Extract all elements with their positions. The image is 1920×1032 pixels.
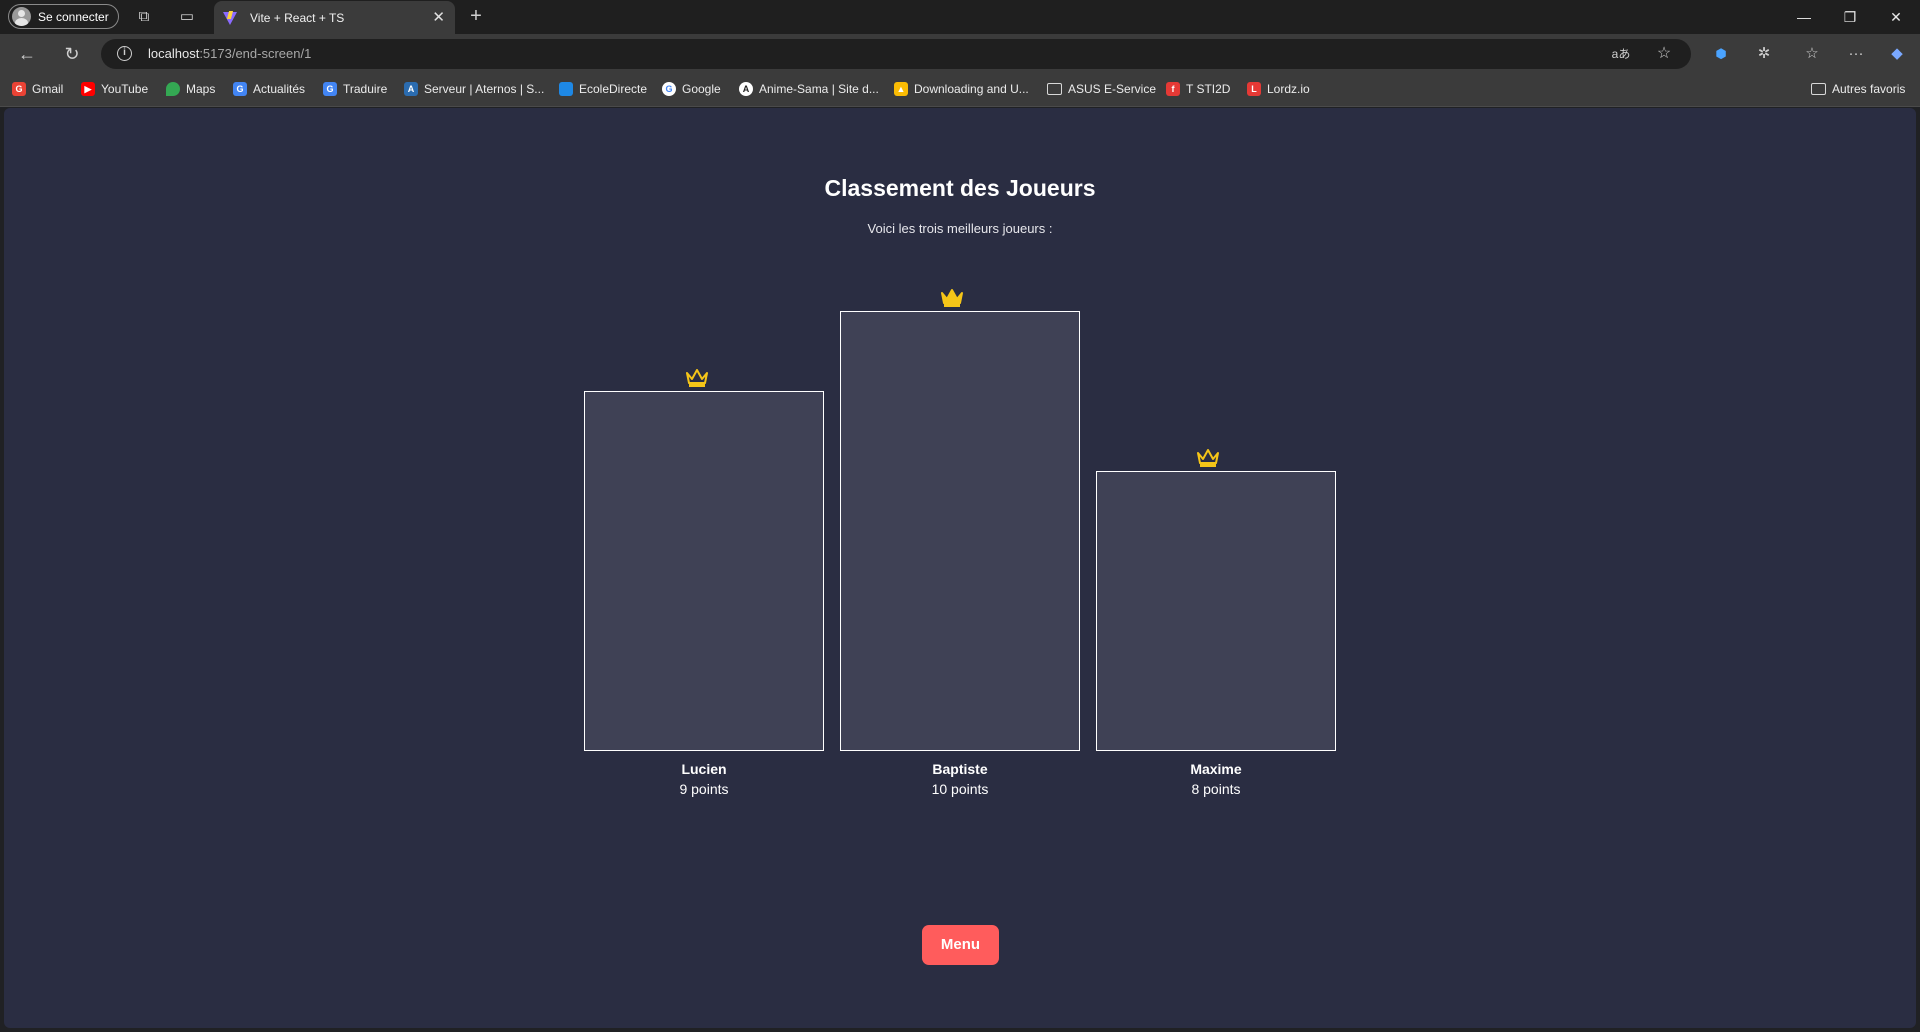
title-bar: Se connecter ⧉ ▭ Vite + React + TS ✕ + —…	[0, 0, 1920, 34]
bookmark-asus[interactable]: ASUS E-Service	[1047, 82, 1156, 96]
bookmark-maps[interactable]: Maps	[166, 82, 215, 96]
player-score: 9 points	[679, 781, 729, 797]
favorites-icon[interactable]: ☆	[1802, 44, 1822, 64]
anime-sama-icon: A	[739, 82, 753, 96]
reload-icon[interactable]: ↻	[62, 44, 82, 64]
restore-icon[interactable]: ❐	[1827, 0, 1873, 34]
profile-button[interactable]: Se connecter	[8, 4, 119, 29]
page-viewport: Classement des Joueurs Voici les trois m…	[4, 108, 1916, 1028]
tab-title: Vite + React + TS	[250, 10, 345, 25]
bookmark-youtube[interactable]: ▶ YouTube	[81, 82, 148, 96]
aternos-icon: A	[404, 82, 418, 96]
more-menu-icon[interactable]: ···	[1846, 44, 1866, 64]
back-icon[interactable]: ←	[17, 44, 37, 64]
folder-icon	[1811, 83, 1826, 95]
player-name: Lucien	[681, 761, 727, 777]
close-tab-icon[interactable]: ✕	[432, 8, 445, 26]
toolbar: ← ↻ i localhost:5173/end-screen/1 aあ ☆ ⬢…	[0, 34, 1920, 74]
favorite-star-icon[interactable]: ☆	[1654, 44, 1674, 64]
podium: Lucien 9 points Baptiste 10 points Maxim…	[4, 108, 1916, 1028]
address-bar[interactable]: i localhost:5173/end-screen/1 aあ ☆	[101, 39, 1691, 69]
extensions-icon[interactable]: ✲	[1754, 44, 1774, 64]
podium-pillar-first	[840, 311, 1080, 751]
copilot-icon[interactable]: ◆	[1887, 44, 1907, 64]
crown-icon	[1196, 448, 1220, 468]
ecoledirecte-icon	[559, 82, 573, 96]
close-window-icon[interactable]: ✕	[1873, 0, 1919, 34]
folder-icon	[1047, 83, 1062, 95]
avatar-icon	[12, 7, 31, 26]
podium-pillar-second	[584, 391, 824, 751]
read-aloud-icon[interactable]: aあ	[1611, 44, 1631, 64]
player-score: 8 points	[1191, 781, 1241, 797]
crown-icon	[685, 368, 709, 388]
player-score: 10 points	[931, 781, 989, 797]
bookmark-gmail[interactable]: G Gmail	[12, 82, 63, 96]
flash-icon: f	[1166, 82, 1180, 96]
crown-icon	[940, 288, 964, 308]
tab-actions-icon[interactable]: ▭	[177, 7, 197, 27]
translate-icon: G	[323, 82, 337, 96]
extension-badge-icon[interactable]: ⬢	[1711, 44, 1731, 64]
bookmark-google[interactable]: G Google	[662, 82, 721, 96]
workspaces-icon[interactable]: ⧉	[134, 7, 154, 27]
news-icon: G	[233, 82, 247, 96]
gmail-icon: G	[12, 82, 26, 96]
lordz-icon: L	[1247, 82, 1261, 96]
podium-pillar-third	[1096, 471, 1336, 751]
bookmark-autres-favoris[interactable]: Autres favoris	[1811, 82, 1905, 96]
youtube-icon: ▶	[81, 82, 95, 96]
player-name: Maxime	[1190, 761, 1242, 777]
menu-button[interactable]: Menu	[922, 925, 999, 965]
active-tab[interactable]: Vite + React + TS ✕	[214, 1, 455, 34]
bookmark-ecoledirecte[interactable]: EcoleDirecte	[559, 82, 647, 96]
site-info-icon[interactable]: i	[117, 46, 132, 61]
bookmark-actualites[interactable]: G Actualités	[233, 82, 305, 96]
google-icon: G	[662, 82, 676, 96]
maps-icon	[166, 82, 180, 96]
bookmark-anime-sama[interactable]: A Anime-Sama | Site d...	[739, 82, 879, 96]
bookmark-aternos[interactable]: A Serveur | Aternos | S...	[404, 82, 544, 96]
bookmarks-bar: G Gmail ▶ YouTube Maps G Actualités G Tradui…	[0, 74, 1920, 107]
bookmark-downloading[interactable]: ▲ Downloading and U...	[894, 82, 1029, 96]
bookmark-traduire[interactable]: G Traduire	[323, 82, 387, 96]
url-text: localhost:5173/end-screen/1	[148, 46, 312, 61]
bookmark-lordz[interactable]: L Lordz.io	[1247, 82, 1310, 96]
player-name: Baptiste	[932, 761, 988, 777]
profile-label: Se connecter	[38, 9, 109, 24]
bookmark-t-sti2d[interactable]: fT STI2D	[1166, 82, 1230, 96]
vite-icon	[223, 11, 237, 25]
minimize-icon[interactable]: —	[1781, 0, 1827, 34]
new-tab-icon[interactable]: +	[465, 6, 487, 26]
drive-icon: ▲	[894, 82, 908, 96]
